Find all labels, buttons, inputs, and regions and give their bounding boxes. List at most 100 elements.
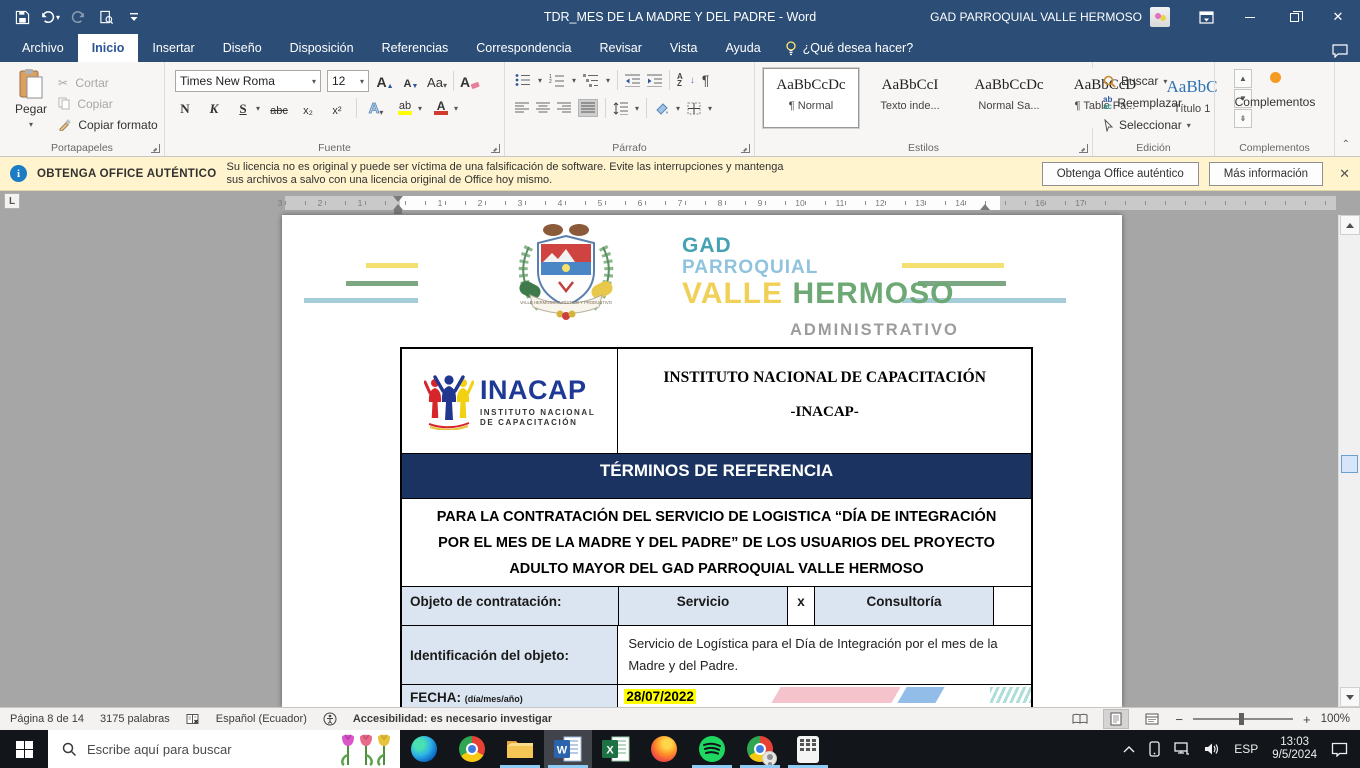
subscript-button[interactable]: x₂ — [298, 98, 318, 118]
zoom-in-button[interactable]: + — [1303, 712, 1311, 727]
read-mode-icon[interactable] — [1067, 709, 1093, 729]
caret-down-icon[interactable]: ▾ — [256, 104, 260, 113]
volume-icon[interactable] — [1204, 742, 1220, 756]
underline-button[interactable]: S — [233, 98, 253, 118]
taskbar-edge[interactable] — [400, 730, 448, 768]
taskbar-chrome[interactable] — [448, 730, 496, 768]
caret-down-icon[interactable]: ▾ — [454, 104, 458, 113]
caret-down-icon[interactable]: ▾ — [708, 104, 712, 113]
taskbar-calculator[interactable] — [784, 730, 832, 768]
right-indent-marker[interactable] — [980, 204, 990, 210]
action-center-icon[interactable] — [1331, 742, 1348, 757]
collapse-ribbon-icon[interactable]: ⌃ — [1342, 139, 1350, 150]
undo-icon[interactable]: ▾ — [38, 5, 62, 29]
multilevel-list-button[interactable] — [583, 73, 599, 87]
format-painter-button[interactable]: Copiar formato — [58, 114, 158, 135]
tab-insertar[interactable]: Insertar — [138, 34, 208, 62]
account-name[interactable]: GAD PARROQUIAL VALLE HERMOSO — [930, 10, 1142, 24]
change-case-button[interactable]: Aa▾ — [427, 71, 447, 91]
first-line-indent-marker[interactable] — [393, 196, 403, 202]
print-preview-icon[interactable] — [94, 5, 118, 29]
style-texto-independiente[interactable]: AaBbCcITexto inde... — [862, 68, 958, 128]
language-switcher[interactable]: ESP — [1234, 742, 1258, 756]
tab-archivo[interactable]: Archivo — [8, 34, 78, 62]
bullet-list-button[interactable] — [515, 73, 531, 87]
scroll-down-icon[interactable] — [1340, 687, 1360, 707]
minimize-button[interactable] — [1228, 0, 1272, 34]
grow-font-button[interactable]: A▲ — [375, 71, 395, 91]
taskbar-file-explorer[interactable] — [496, 730, 544, 768]
italic-button[interactable]: K — [204, 98, 224, 118]
bold-button[interactable]: N — [175, 98, 195, 118]
clipboard-dialog-launcher-icon[interactable] — [151, 144, 160, 153]
tab-correspondencia[interactable]: Correspondencia — [462, 34, 585, 62]
superscript-button[interactable]: x² — [327, 98, 347, 118]
caret-down-icon[interactable]: ▾ — [635, 104, 639, 113]
left-margin-marker[interactable] — [394, 210, 402, 214]
tab-referencias[interactable]: Referencias — [368, 34, 463, 62]
sort-button[interactable]: AZ — [677, 73, 683, 87]
align-center-button[interactable] — [536, 102, 550, 114]
align-left-button[interactable] — [515, 102, 529, 114]
taskbar-excel[interactable]: X — [592, 730, 640, 768]
notice-close-icon[interactable]: ✕ — [1339, 166, 1350, 182]
zoom-slider-thumb[interactable] — [1239, 713, 1244, 725]
styles-dialog-launcher-icon[interactable] — [1079, 144, 1088, 153]
strikethrough-button[interactable]: abc — [269, 98, 289, 118]
web-layout-icon[interactable] — [1139, 709, 1165, 729]
align-right-button[interactable] — [557, 102, 571, 114]
shrink-font-button[interactable]: A▼ — [401, 71, 421, 91]
horizontal-ruler[interactable]: 3 2 1 1 2 3 4 5 6 7 8 9 10 11 12 13 14 1… — [285, 196, 1336, 210]
paragraph-dialog-launcher-icon[interactable] — [741, 144, 750, 153]
justify-button[interactable] — [578, 99, 598, 117]
caret-down-icon[interactable]: ▾ — [538, 76, 542, 85]
get-office-button[interactable]: Obtenga Office auténtico — [1042, 162, 1199, 186]
tab-inicio[interactable]: Inicio — [78, 34, 139, 62]
proofing-icon[interactable] — [186, 713, 200, 726]
start-button[interactable] — [0, 730, 48, 768]
network-icon[interactable] — [1174, 742, 1190, 756]
page-indicator[interactable]: Página 8 de 14 — [10, 713, 84, 725]
scrollbar-thumb[interactable] — [1341, 455, 1358, 473]
increase-indent-button[interactable] — [647, 74, 662, 87]
text-effects-button[interactable]: A▾ — [366, 98, 386, 118]
line-spacing-button[interactable] — [613, 102, 628, 115]
your-phone-icon[interactable] — [1149, 741, 1160, 757]
accessibility-icon[interactable] — [323, 712, 337, 726]
caret-down-icon[interactable]: ▾ — [572, 76, 576, 85]
tab-disposicion[interactable]: Disposición — [276, 34, 368, 62]
feedback-icon[interactable] — [1332, 44, 1348, 58]
clock[interactable]: 13:039/5/2024 — [1272, 736, 1317, 762]
tab-vista[interactable]: Vista — [656, 34, 712, 62]
account-avatar[interactable] — [1150, 7, 1170, 27]
scroll-up-icon[interactable] — [1340, 215, 1360, 235]
tab-diseno[interactable]: Diseño — [209, 34, 276, 62]
clear-formatting-button[interactable]: A — [460, 71, 480, 91]
tab-selector[interactable]: L — [4, 193, 20, 209]
taskbar-spotify[interactable] — [688, 730, 736, 768]
tab-ayuda[interactable]: Ayuda — [711, 34, 774, 62]
replace-button[interactable]: abacReemplazar — [1103, 92, 1191, 114]
highlight-button[interactable]: ab — [395, 98, 415, 118]
caret-down-icon[interactable]: ▾ — [676, 104, 680, 113]
tray-chevron-icon[interactable] — [1123, 745, 1135, 753]
customize-qat-icon[interactable] — [122, 5, 146, 29]
borders-button[interactable] — [687, 102, 701, 115]
decrease-indent-button[interactable] — [625, 74, 640, 87]
more-info-button[interactable]: Más información — [1209, 162, 1323, 186]
find-button[interactable]: Buscar▾ — [1103, 70, 1191, 92]
save-icon[interactable] — [10, 5, 34, 29]
language-indicator[interactable]: Español (Ecuador) — [216, 713, 307, 725]
select-button[interactable]: Seleccionar▾ — [1103, 114, 1191, 136]
zoom-percentage[interactable]: 100% — [1321, 713, 1350, 725]
addins-button[interactable]: Complementos — [1215, 72, 1335, 109]
paste-button[interactable]: Pegar ▾ — [8, 68, 54, 130]
style-normal[interactable]: AaBbCcDc¶ Normal — [763, 68, 859, 128]
taskbar-firefox[interactable] — [640, 730, 688, 768]
pilcrow-button[interactable]: ¶ — [702, 72, 710, 88]
document-page[interactable]: VALLE HERMOSO TURÍSTICO Y PRODUCTIVO GAD… — [282, 215, 1122, 707]
taskbar-word[interactable]: W — [544, 730, 592, 768]
font-name-combo[interactable]: Times New Roma▾ — [175, 70, 321, 92]
vertical-scrollbar[interactable] — [1338, 215, 1360, 707]
word-count[interactable]: 3175 palabras — [100, 713, 170, 725]
